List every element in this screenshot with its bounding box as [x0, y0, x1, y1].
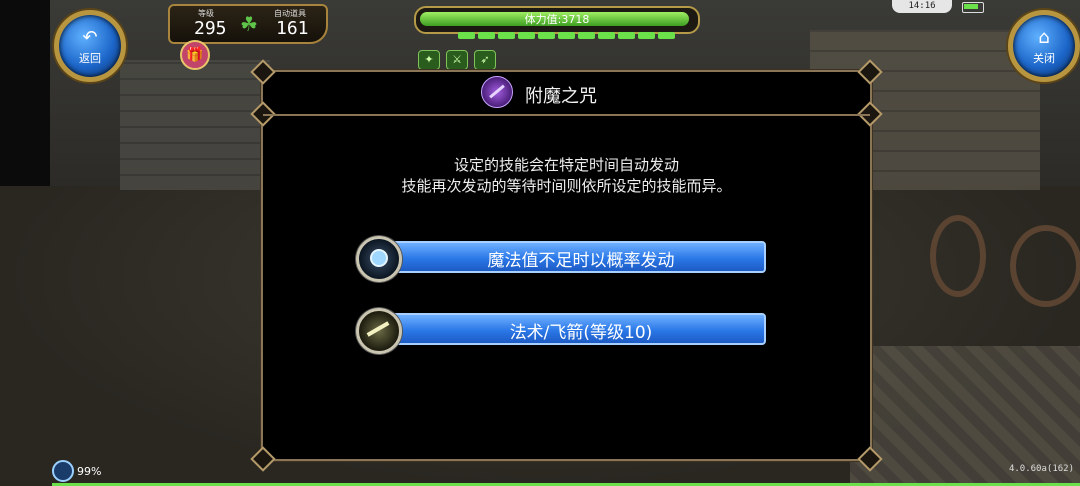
stone-wall-left: [120, 60, 270, 190]
auto-item-value: 161: [276, 18, 309, 39]
level-value: 295: [194, 18, 227, 39]
mp-segment: [498, 32, 515, 39]
buff-icons: ✦ ⚔ ➶: [418, 50, 496, 70]
home-icon: ⌂: [1038, 26, 1050, 48]
option-low-mp-chance[interactable]: 魔法值不足时以概率发动: [356, 236, 766, 282]
dialog-header: 附魔之咒: [263, 72, 870, 116]
description-line-2: 技能再次发动的等待时间则依所设定的技能而异。: [401, 177, 732, 195]
mp-segment: [538, 32, 555, 39]
mp-segments: [458, 32, 675, 39]
mp-buff-icon: ✦: [418, 50, 440, 70]
close-button-label: 关闭: [1033, 51, 1055, 65]
hp-bar: 体力值:3718: [414, 6, 700, 34]
back-arrow-icon: ↶: [82, 26, 98, 48]
cart-wheel: [930, 215, 986, 297]
load-percent: 99%: [77, 464, 102, 478]
mp-segment: [518, 32, 535, 39]
option-spell-arrow[interactable]: 法术/飞箭(等级10): [356, 308, 766, 354]
cart-wheel: [1010, 225, 1080, 307]
battery-icon: [962, 2, 984, 13]
clock: 14:16: [892, 0, 952, 13]
mp-segment: [458, 32, 475, 39]
loading-indicator: 99%: [52, 460, 101, 482]
player-stats-panel: 等级 295 ☘ 自动道具 161: [168, 4, 328, 44]
back-button-label: 返回: [79, 51, 101, 65]
mp-segment: [598, 32, 615, 39]
option-label: 法术/飞箭(等级10): [509, 323, 653, 343]
sword-buff-icon: ⚔: [446, 50, 468, 70]
mp-segment: [558, 32, 575, 39]
version-text: 4.0.60a(162): [1008, 464, 1074, 474]
back-button[interactable]: ↶ 返回: [54, 10, 126, 82]
enchant-staff-icon: [481, 76, 513, 108]
dialog-title: 附魔之咒: [525, 86, 597, 107]
mp-segment: [618, 32, 635, 39]
mp-segment: [578, 32, 595, 39]
mp-segment: [658, 32, 675, 39]
clover-icon: ☘: [240, 12, 258, 36]
mp-segment: [478, 32, 495, 39]
hp-text: 体力值:3718: [524, 13, 590, 26]
bow-buff-icon: ➶: [474, 50, 496, 70]
close-button[interactable]: ⌂ 关闭: [1008, 10, 1080, 82]
enchant-dialog: 附魔之咒 设定的技能会在特定时间自动发动 技能再次发动的等待时间则依所设定的技能…: [250, 59, 883, 472]
gift-icon[interactable]: 🎁: [180, 40, 210, 70]
loading-spinner-icon: [52, 460, 74, 482]
description-line-1: 设定的技能会在特定时间自动发动: [453, 156, 679, 174]
wooden-cart: [930, 195, 1080, 315]
option-label: 魔法值不足时以概率发动: [487, 251, 675, 271]
mp-segment: [638, 32, 655, 39]
